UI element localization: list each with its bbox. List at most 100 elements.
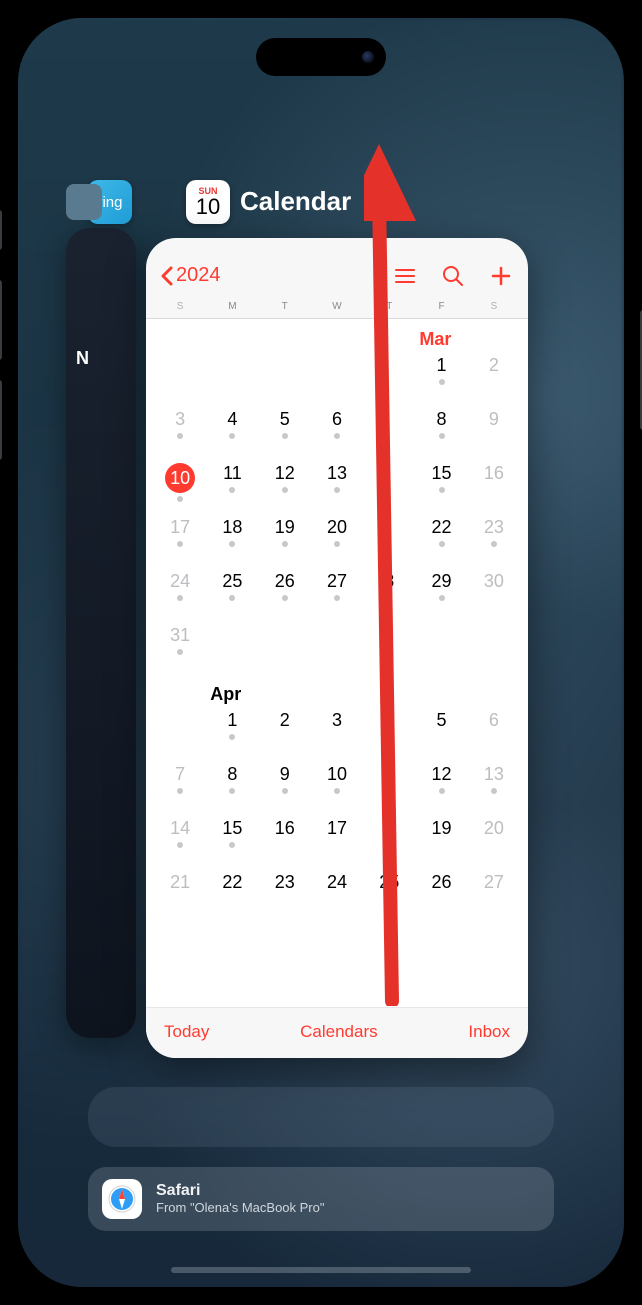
day-number: 30 — [484, 571, 504, 592]
day-cell[interactable]: 11 — [206, 460, 258, 506]
day-cell[interactable]: 16 — [259, 815, 311, 861]
event-dot — [229, 433, 235, 439]
day-cell[interactable]: 31 — [154, 622, 206, 668]
day-cell[interactable]: 20 — [311, 514, 363, 560]
day-cell[interactable]: 9 — [259, 761, 311, 807]
day-cell[interactable]: 23 — [468, 514, 520, 560]
home-indicator[interactable] — [171, 1267, 471, 1273]
day-cell[interactable]: 3 — [154, 406, 206, 452]
day-number: 16 — [275, 818, 295, 839]
day-cell[interactable]: 29 — [415, 568, 467, 614]
day-cell[interactable]: 8 — [363, 815, 415, 861]
day-cell[interactable]: 22 — [206, 869, 258, 915]
day-cell[interactable]: 8 — [206, 761, 258, 807]
day-cell[interactable]: 5 — [415, 707, 467, 753]
calendar-topbar: 2024 — [146, 238, 528, 297]
day-cell[interactable]: 7 — [154, 761, 206, 807]
day-cell[interactable]: 6 — [468, 707, 520, 753]
day-cell[interactable]: 26 — [415, 869, 467, 915]
weekday-label: S — [468, 301, 520, 312]
day-number: 7 — [175, 764, 185, 785]
event-dot — [177, 595, 183, 601]
calendars-button[interactable]: Calendars — [300, 1022, 378, 1042]
day-number: 11 — [223, 463, 242, 484]
day-cell[interactable]: 17 — [311, 815, 363, 861]
day-number: 23 — [484, 517, 504, 538]
day-cell[interactable]: 10 — [311, 761, 363, 807]
day-cell[interactable]: 3 — [311, 707, 363, 753]
event-dot — [439, 541, 445, 547]
day-cell[interactable]: 13 — [468, 761, 520, 807]
day-number: 12 — [275, 463, 295, 484]
day-cell[interactable]: 2 — [259, 707, 311, 753]
day-cell[interactable]: 24 — [311, 869, 363, 915]
day-number: 15 — [432, 463, 452, 484]
day-cell[interactable]: 23 — [259, 869, 311, 915]
day-cell[interactable]: 6 — [311, 406, 363, 452]
search-icon[interactable] — [442, 265, 464, 287]
day-number: 2 — [489, 355, 499, 376]
day-number: 8 — [384, 571, 394, 592]
day-cell[interactable]: 21 — [154, 869, 206, 915]
day-number: 27 — [484, 872, 504, 893]
day-cell[interactable]: 25 — [363, 869, 415, 915]
volume-down-button[interactable] — [0, 380, 2, 460]
day-cell[interactable]: 12 — [259, 460, 311, 506]
day-cell[interactable]: 19 — [415, 815, 467, 861]
day-cell[interactable]: 1 — [415, 352, 467, 398]
event-dot — [439, 788, 445, 794]
app-card-calendar[interactable]: 2024 SMTWTFS Mar — [146, 238, 528, 1058]
day-cell[interactable]: 20 — [468, 815, 520, 861]
back-button-label: 2024 — [176, 264, 221, 287]
day-cell[interactable]: 8 — [415, 406, 467, 452]
day-cell[interactable]: 15 — [415, 460, 467, 506]
day-cell[interactable]: 17 — [154, 514, 206, 560]
today-button[interactable]: Today — [164, 1022, 209, 1042]
day-cell[interactable]: 12 — [415, 761, 467, 807]
day-cell[interactable]: 4 — [206, 406, 258, 452]
day-cell[interactable]: 30 — [468, 568, 520, 614]
day-cell — [468, 622, 520, 668]
silent-switch[interactable] — [0, 210, 2, 250]
day-cell[interactable]: 25 — [206, 568, 258, 614]
event-dot — [282, 595, 288, 601]
day-cell[interactable]: 10 — [154, 460, 206, 506]
day-cell[interactable]: 27 — [468, 869, 520, 915]
handoff-banner[interactable]: Safari From "Olena's MacBook Pro" — [88, 1167, 554, 1231]
calendar-scroll[interactable]: Mar 123456891011121315161718192022232425… — [146, 319, 528, 1007]
day-number: 21 — [170, 872, 190, 893]
volume-up-button[interactable] — [0, 280, 2, 360]
day-cell[interactable]: 13 — [311, 460, 363, 506]
day-number: 9 — [489, 409, 499, 430]
day-cell[interactable]: 19 — [259, 514, 311, 560]
day-cell[interactable]: 18 — [206, 514, 258, 560]
event-dot — [439, 595, 445, 601]
day-cell[interactable]: 27 — [311, 568, 363, 614]
day-number: 6 — [332, 409, 342, 430]
day-cell[interactable]: 22 — [415, 514, 467, 560]
app-card-ring[interactable]: N — [66, 228, 136, 1038]
day-cell — [206, 622, 258, 668]
day-number: 1 — [227, 710, 237, 731]
inbox-button[interactable]: Inbox — [468, 1022, 510, 1042]
weekday-label: W — [311, 301, 363, 312]
day-cell[interactable]: 14 — [154, 815, 206, 861]
list-view-icon[interactable] — [394, 267, 416, 285]
day-cell[interactable]: 9 — [468, 406, 520, 452]
day-cell[interactable]: 2 — [468, 352, 520, 398]
ring-app-icon[interactable]: ring — [88, 180, 132, 224]
day-cell[interactable]: 24 — [154, 568, 206, 614]
add-event-icon[interactable] — [490, 265, 512, 287]
day-cell[interactable]: 15 — [206, 815, 258, 861]
day-cell[interactable]: 1 — [206, 707, 258, 753]
calendar-app-icon[interactable]: SUN 10 — [186, 180, 230, 224]
day-cell[interactable]: 16 — [468, 460, 520, 506]
event-dot — [229, 842, 235, 848]
back-button[interactable]: 2024 — [160, 264, 221, 287]
month-label-apr: Apr — [206, 682, 258, 707]
ring-app-label: ring — [97, 194, 122, 211]
day-cell[interactable]: 26 — [259, 568, 311, 614]
day-number: 15 — [222, 818, 242, 839]
day-cell[interactable]: 8 — [363, 568, 415, 614]
day-cell[interactable]: 5 — [259, 406, 311, 452]
